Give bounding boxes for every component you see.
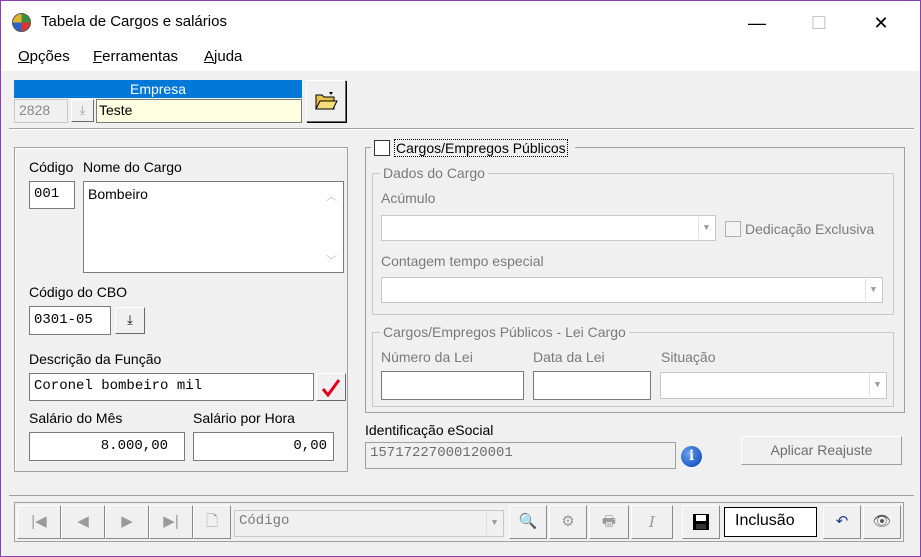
document-icon: 🗋 xyxy=(205,513,219,530)
prev-record-button[interactable]: ◀ xyxy=(61,505,105,539)
undo-button[interactable]: ↶ xyxy=(823,505,861,539)
acumulo-combo[interactable]: ▼ xyxy=(381,215,716,241)
info-icon[interactable]: i xyxy=(681,446,702,467)
undo-icon: ↶ xyxy=(835,513,849,530)
dedicacao-checkbox[interactable] xyxy=(725,221,741,237)
contagem-label: Contagem tempo especial xyxy=(381,253,544,269)
download-arrow-icon: ⤓ xyxy=(127,312,133,327)
empresa-name-field[interactable]: Teste xyxy=(96,99,302,123)
search-field-combo[interactable]: Código ▼ xyxy=(234,510,504,537)
menu-bar: Opções Ferramentas Ajuda xyxy=(1,43,920,71)
situacao-combo[interactable]: ▼ xyxy=(660,372,887,399)
cbo-label: Código do CBO xyxy=(29,284,128,300)
app-globe-icon xyxy=(12,13,31,32)
title-bar: Tabela de Cargos e salários — ☐ ✕ xyxy=(1,1,920,43)
nome-cargo-field[interactable]: Bombeiro ︿ ﹀ xyxy=(83,181,344,273)
aplicar-reajuste-button[interactable]: Aplicar Reajuste xyxy=(741,436,902,465)
descricao-field[interactable]: Coronel bombeiro mil xyxy=(29,373,314,401)
save-button[interactable] xyxy=(682,505,720,539)
prev-icon: ◀ xyxy=(77,513,89,530)
italic-i-icon: I xyxy=(649,513,655,531)
esocial-label: Identificação eSocial xyxy=(365,422,494,438)
gear-icon: ⚙ xyxy=(561,513,575,530)
main-window: Tabela de Cargos e salários — ☐ ✕ Opções… xyxy=(0,0,921,557)
open-folder-icon xyxy=(315,92,338,110)
scroll-up-icon[interactable]: ︿ xyxy=(326,188,337,204)
numero-lei-field[interactable] xyxy=(381,371,524,400)
maximize-button[interactable]: ☐ xyxy=(799,9,839,37)
contagem-combo[interactable]: ▼ xyxy=(381,277,883,303)
empresa-header: Empresa xyxy=(14,80,302,98)
descricao-label: Descrição da Função xyxy=(29,351,162,367)
separator-bottom xyxy=(9,495,914,496)
tools-button[interactable]: ⚙ xyxy=(549,505,587,539)
last-record-button[interactable]: ▶| xyxy=(149,505,193,539)
data-lei-field[interactable] xyxy=(533,371,651,400)
skip-first-icon: |◀ xyxy=(31,513,47,530)
menu-opcoes[interactable]: Opções xyxy=(18,48,70,65)
dados-cargo-title: Dados do Cargo xyxy=(380,165,488,181)
situacao-label: Situação xyxy=(661,349,716,365)
close-button[interactable]: ✕ xyxy=(861,9,901,37)
salario-mes-field[interactable]: 8.000,00 xyxy=(29,432,185,461)
edit-button[interactable]: I xyxy=(631,505,673,539)
codigo-field[interactable]: 001 xyxy=(29,181,75,209)
new-document-button[interactable]: 🗋 xyxy=(193,505,231,539)
open-folder-button[interactable] xyxy=(306,80,346,122)
scroll-down-icon[interactable]: ﹀ xyxy=(326,252,337,268)
validate-check-button[interactable] xyxy=(316,373,346,401)
minimize-button[interactable]: — xyxy=(737,9,777,37)
esocial-field[interactable]: 15717227000120001 xyxy=(365,442,676,469)
salario-mes-label: Salário do Mês xyxy=(29,410,123,426)
window-title: Tabela de Cargos e salários xyxy=(41,13,227,30)
separator-top-light xyxy=(9,129,914,130)
find-button[interactable]: 👁 xyxy=(863,505,901,539)
data-lei-label: Data da Lei xyxy=(533,349,605,365)
menu-ajuda[interactable]: Ajuda xyxy=(204,48,242,65)
cbo-field[interactable]: 0301-05 xyxy=(29,306,111,335)
codigo-label: Código xyxy=(29,159,74,175)
search-field-value: Código xyxy=(239,513,290,529)
search-doc-icon: 🔍 xyxy=(518,513,538,530)
acumulo-label: Acúmulo xyxy=(381,190,436,206)
next-icon: ▶ xyxy=(121,513,133,530)
chevron-down-icon[interactable]: ▼ xyxy=(698,217,714,239)
dedicacao-label: Dedicação Exclusiva xyxy=(745,221,875,237)
binoculars-icon: 👁 xyxy=(872,513,892,530)
mode-indicator: Inclusão xyxy=(724,507,817,537)
chevron-down-icon[interactable]: ▼ xyxy=(865,279,881,301)
chevron-down-icon[interactable]: ▼ xyxy=(486,512,502,535)
salario-hora-label: Salário por Hora xyxy=(193,410,295,426)
first-record-button[interactable]: |◀ xyxy=(17,505,61,539)
print-button[interactable]: 🖶 xyxy=(589,505,629,539)
numero-lei-label: Número da Lei xyxy=(381,349,473,365)
next-record-button[interactable]: ▶ xyxy=(105,505,149,539)
lei-cargo-title: Cargos/Empregos Públicos - Lei Cargo xyxy=(380,324,629,340)
download-arrow-icon: ⤓ xyxy=(79,103,86,117)
nome-cargo-label: Nome do Cargo xyxy=(83,159,182,175)
floppy-disk-icon xyxy=(693,514,709,530)
publicos-checkbox-label[interactable]: Cargos/Empregos Públicos xyxy=(394,139,568,157)
skip-last-icon: ▶| xyxy=(163,513,179,530)
publicos-checkbox[interactable] xyxy=(374,140,390,156)
chevron-down-icon[interactable]: ▼ xyxy=(869,374,885,397)
menu-ferramentas[interactable]: Ferramentas xyxy=(93,48,178,65)
empresa-lookup-button[interactable]: ⤓ xyxy=(71,99,94,122)
empresa-code-field[interactable]: 2828 xyxy=(14,99,68,123)
printer-icon: 🖶 xyxy=(601,513,617,530)
search-button[interactable]: 🔍 xyxy=(509,505,547,539)
red-check-icon xyxy=(321,379,341,398)
salario-hora-field[interactable]: 0,00 xyxy=(193,432,334,461)
cbo-lookup-button[interactable]: ⤓ xyxy=(115,307,145,334)
nome-cargo-text: Bombeiro xyxy=(88,186,148,202)
